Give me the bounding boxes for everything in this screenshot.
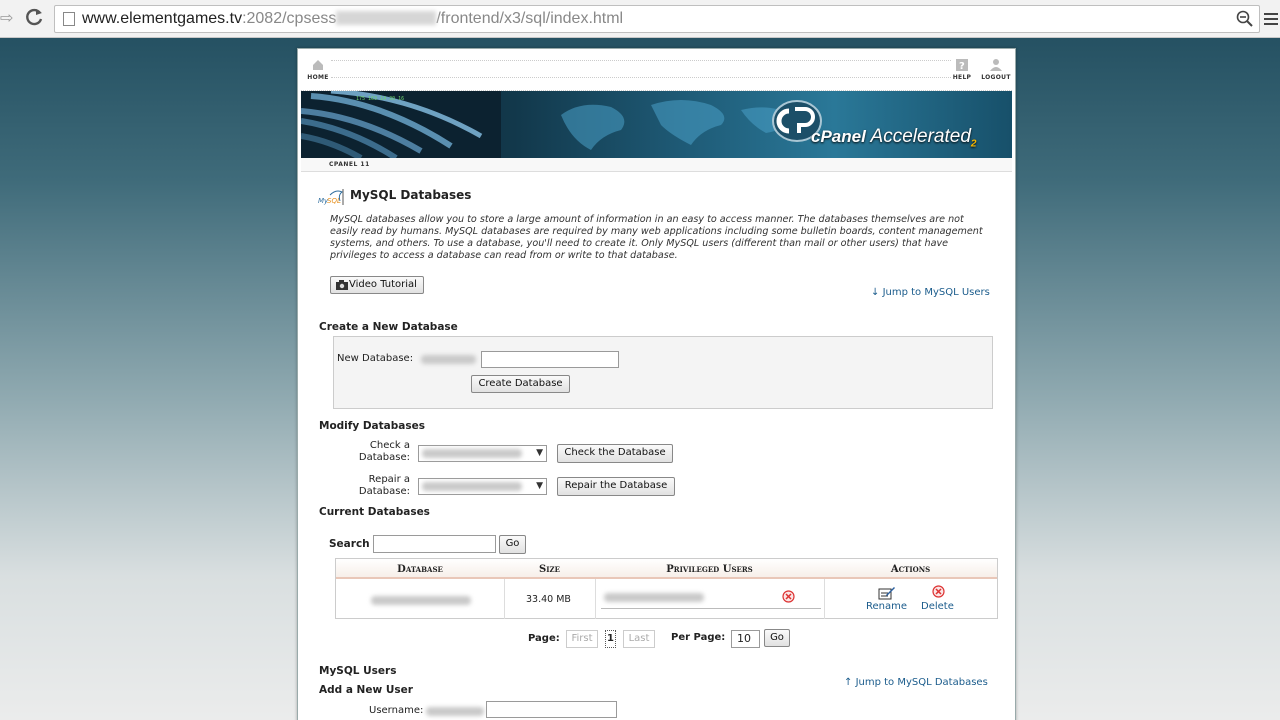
column-header-actions: Actions bbox=[890, 564, 931, 575]
current-databases-heading: Current Databases bbox=[319, 506, 430, 518]
redacted-database-name bbox=[371, 596, 471, 605]
redacted-user-prefix bbox=[426, 707, 484, 716]
repair-database-button[interactable]: Repair the Database bbox=[557, 477, 675, 496]
menu-icon[interactable] bbox=[1262, 10, 1280, 28]
jump-to-databases-link[interactable]: ↑ Jump to MySQL Databases bbox=[844, 677, 988, 688]
rename-icon[interactable] bbox=[878, 586, 896, 600]
search-input[interactable] bbox=[373, 535, 496, 553]
column-header-privileged-users: Privileged Users bbox=[666, 564, 753, 575]
database-size: 33.40 MB bbox=[526, 594, 571, 605]
main-content: My SQL MySQL Databases MySQL databases a… bbox=[298, 49, 1017, 720]
last-page-button[interactable]: Last bbox=[623, 630, 655, 648]
per-page-label: Per Page: bbox=[671, 632, 726, 643]
new-database-input[interactable] bbox=[481, 351, 619, 368]
browser-toolbar: ⇨ www.elementgames.tv:2082/cpsess/fronte… bbox=[0, 0, 1280, 38]
username-input[interactable] bbox=[486, 701, 617, 718]
first-page-button[interactable]: First bbox=[566, 630, 598, 648]
column-header-database: Database bbox=[397, 564, 443, 575]
repair-database-label: Repair a Database: bbox=[358, 474, 410, 497]
jump-to-users-link[interactable]: ↓ Jump to MySQL Users bbox=[871, 287, 990, 298]
redacted-session bbox=[336, 11, 437, 25]
reload-icon[interactable] bbox=[24, 6, 46, 28]
page-title: MySQL Databases bbox=[350, 188, 472, 202]
create-database-panel bbox=[333, 336, 993, 409]
delete-icon[interactable] bbox=[932, 585, 945, 598]
url-text: www.elementgames.tv:2082/cpsess/frontend… bbox=[82, 10, 624, 27]
create-database-button[interactable]: Create Database bbox=[471, 375, 570, 393]
new-database-label: New Database: bbox=[337, 353, 414, 364]
delete-link[interactable]: Delete bbox=[921, 601, 954, 612]
dropdown-arrow-icon: ▼ bbox=[536, 481, 543, 491]
page-number-button[interactable]: 1 bbox=[605, 630, 616, 648]
zoom-icon[interactable] bbox=[1236, 10, 1254, 28]
search-go-button[interactable]: Go bbox=[499, 535, 526, 554]
redacted-db-prefix bbox=[421, 355, 476, 364]
svg-text:SQL: SQL bbox=[327, 197, 341, 205]
mysql-icon: My SQL bbox=[318, 189, 344, 205]
cpanel-window: HOME ? HELP LOGOUT 175 163 14 30 16 cPan… bbox=[297, 48, 1016, 720]
check-database-button[interactable]: Check the Database bbox=[557, 444, 673, 463]
page-label: Page: bbox=[528, 633, 560, 644]
search-label: Search bbox=[329, 538, 370, 550]
table-header: Database Size Privileged Users Actions bbox=[336, 559, 997, 579]
column-header-size: Size bbox=[539, 564, 560, 575]
dropdown-arrow-icon: ▼ bbox=[536, 448, 543, 458]
modify-databases-heading: Modify Databases bbox=[319, 420, 425, 432]
username-label: Username: bbox=[369, 705, 424, 716]
video-tutorial-button[interactable]: Video Tutorial bbox=[330, 276, 424, 294]
mysql-users-heading: MySQL Users bbox=[319, 665, 397, 677]
create-database-heading: Create a New Database bbox=[319, 321, 458, 333]
intro-paragraph: MySQL databases allow you to store a lar… bbox=[330, 214, 983, 261]
add-user-heading: Add a New User bbox=[319, 684, 413, 696]
databases-table: Database Size Privileged Users Actions 3… bbox=[335, 558, 998, 619]
check-database-label: Check a Database: bbox=[358, 440, 410, 463]
user-divider bbox=[601, 608, 821, 609]
remove-user-icon[interactable] bbox=[782, 590, 795, 603]
redacted-db-option bbox=[422, 482, 522, 491]
per-page-go-button[interactable]: Go bbox=[764, 629, 790, 647]
column-divider bbox=[595, 579, 596, 619]
column-divider bbox=[824, 579, 825, 619]
page-icon bbox=[63, 12, 75, 26]
address-bar[interactable]: www.elementgames.tv:2082/cpsess/frontend… bbox=[54, 5, 1260, 33]
per-page-input[interactable]: 10 bbox=[731, 630, 760, 648]
camera-icon bbox=[336, 280, 348, 290]
column-divider bbox=[504, 579, 505, 619]
video-tutorial-label: Video Tutorial bbox=[349, 279, 417, 290]
redacted-user-name bbox=[604, 593, 704, 602]
rename-link[interactable]: Rename bbox=[866, 601, 907, 612]
redacted-db-option bbox=[422, 449, 522, 458]
forward-arrow-icon[interactable]: ⇨ bbox=[0, 8, 13, 27]
